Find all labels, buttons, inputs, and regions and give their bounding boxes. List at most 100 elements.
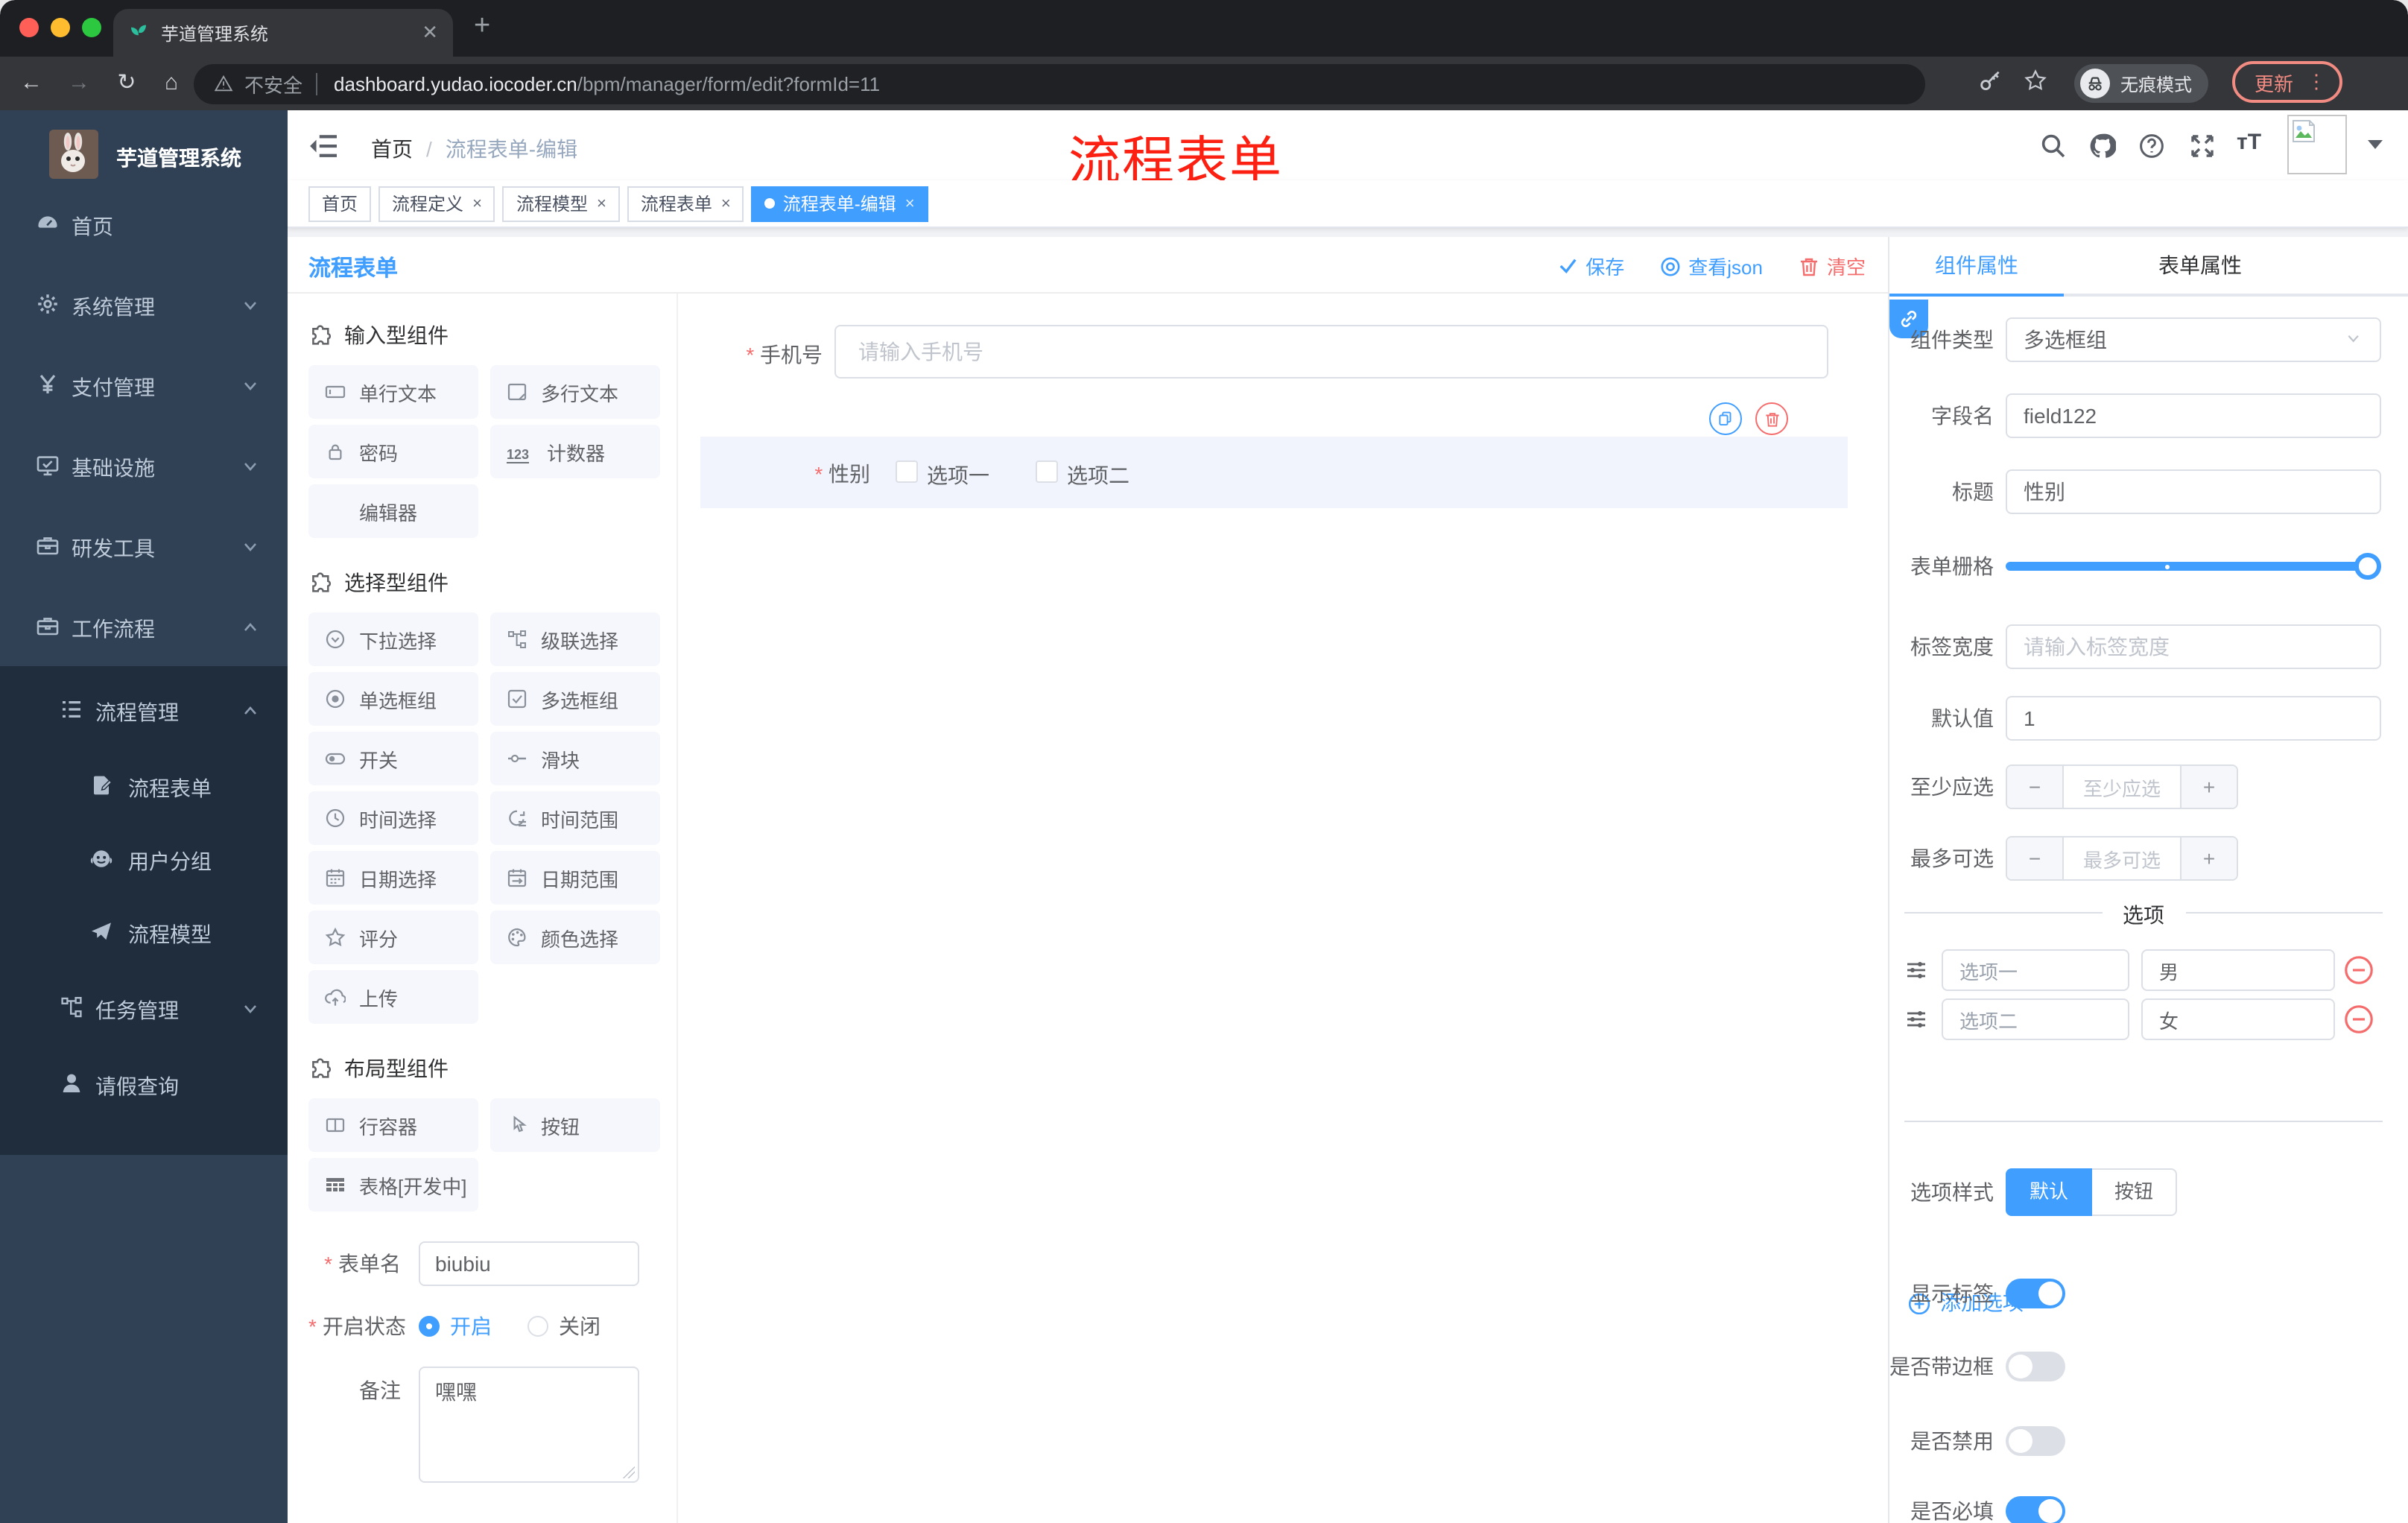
option-name-input[interactable]: 选项一 xyxy=(1942,949,2129,991)
tag-流程定义[interactable]: 流程定义 × xyxy=(378,186,495,221)
traffic-light-minimize[interactable] xyxy=(51,18,70,37)
tab-close-icon[interactable]: ✕ xyxy=(422,21,438,45)
component-type-select[interactable]: 多选框组 xyxy=(2006,317,2381,362)
copy-component-button[interactable] xyxy=(1709,402,1742,435)
toggle-on[interactable] xyxy=(2006,1279,2065,1308)
title-input[interactable]: 性别 xyxy=(2006,469,2381,514)
sidebar-item-用户分组[interactable]: 用户分组 xyxy=(0,821,288,896)
stepper-minus-button[interactable]: − xyxy=(2007,766,2064,808)
chrome-menu-icon[interactable]: ⋮ xyxy=(2307,70,2326,94)
palette-item-计数器[interactable]: 123 计数器 xyxy=(490,425,660,478)
toggle-on[interactable] xyxy=(2006,1496,2065,1523)
tag-流程模型[interactable]: 流程模型 × xyxy=(502,186,620,221)
drag-handle-icon[interactable] xyxy=(1906,960,1927,981)
tag-close-icon[interactable]: × xyxy=(721,194,731,212)
palette-item-颜色选择[interactable]: 颜色选择 xyxy=(490,911,660,964)
palette-item-表格[开发中][interactable]: 表格[开发中] xyxy=(308,1158,478,1212)
tag-流程表单[interactable]: 流程表单 × xyxy=(627,186,744,221)
sidebar-item-流程表单[interactable]: 流程表单 xyxy=(0,748,288,823)
bookmark-star-icon[interactable] xyxy=(2024,69,2047,92)
sidebar-item-研发工具[interactable]: 研发工具 xyxy=(0,508,288,583)
palette-item-编辑器[interactable]: 编辑器 xyxy=(308,484,478,538)
chrome-update-button[interactable]: 更新 ⋮ xyxy=(2232,61,2343,103)
sidebar-item-首页[interactable]: 首页 xyxy=(0,186,288,261)
tab-component-props[interactable]: 组件属性 xyxy=(1889,237,2064,294)
address-bar[interactable]: 不安全 dashboard.yudao.iocoder.cn/bpm/manag… xyxy=(194,64,1925,104)
remove-option-icon[interactable] xyxy=(2344,955,2374,985)
sidebar-item-请假查询[interactable]: 请假查询 xyxy=(0,1046,288,1121)
delete-component-button[interactable] xyxy=(1755,402,1788,435)
palette-item-单选框组[interactable]: 单选框组 xyxy=(308,672,478,726)
min-checked-input[interactable]: 至少应选 xyxy=(2064,766,2180,808)
sidebar-item-系统管理[interactable]: 系统管理 xyxy=(0,267,288,341)
palette-item-多行文本[interactable]: 多行文本 xyxy=(490,365,660,419)
stepper-plus-button[interactable]: + xyxy=(2180,766,2237,808)
tag-流程表单-编辑[interactable]: 流程表单-编辑 × xyxy=(751,186,928,221)
checkbox-option-1[interactable] xyxy=(896,460,918,483)
home-icon[interactable]: ⌂ xyxy=(158,70,185,97)
toggle-off[interactable] xyxy=(2006,1352,2065,1381)
palette-item-日期范围[interactable]: 日期范围 xyxy=(490,851,660,905)
field-name-input[interactable]: field122 xyxy=(2006,393,2381,438)
palette-item-级联选择[interactable]: 级联选择 xyxy=(490,612,660,666)
form-name-input[interactable]: biubiu xyxy=(419,1241,639,1286)
palette-item-日期选择[interactable]: 日期选择 xyxy=(308,851,478,905)
palette-item-开关[interactable]: 开关 xyxy=(308,732,478,785)
palette-item-单行文本[interactable]: 单行文本 xyxy=(308,365,478,419)
stepper-plus-button[interactable]: + xyxy=(2180,838,2237,879)
view-json-button[interactable]: 查看json xyxy=(1660,252,1763,280)
palette-item-滑块[interactable]: 滑块 xyxy=(490,732,660,785)
selected-component-gender[interactable]: * 性别 选项一 选项二 xyxy=(700,437,1848,508)
tag-close-icon[interactable]: × xyxy=(472,194,482,212)
status-radio-on[interactable]: 开启 xyxy=(419,1311,492,1341)
avatar-caret-icon[interactable] xyxy=(2368,140,2383,156)
sidebar-item-支付管理[interactable]: 支付管理 xyxy=(0,347,288,422)
palette-item-上传[interactable]: 上传 xyxy=(308,970,478,1024)
new-tab-button[interactable]: + xyxy=(474,12,490,40)
remove-option-icon[interactable] xyxy=(2344,1004,2374,1034)
sidebar-item-工作流程[interactable]: 工作流程 xyxy=(0,589,288,663)
browser-tab[interactable]: 芋道管理系统 ✕ xyxy=(113,9,453,57)
fullscreen-icon[interactable] xyxy=(2189,133,2216,159)
tag-close-icon[interactable]: × xyxy=(905,194,915,212)
option-name-input[interactable]: 选项二 xyxy=(1942,998,2129,1040)
status-radio-off[interactable]: 关闭 xyxy=(527,1311,601,1341)
github-icon[interactable] xyxy=(2089,133,2116,159)
font-size-icon[interactable]: ᴛT xyxy=(2237,130,2263,156)
stepper-minus-button[interactable]: − xyxy=(2007,838,2064,879)
traffic-light-close[interactable] xyxy=(19,18,39,37)
breadcrumb-home[interactable]: 首页 xyxy=(371,137,413,161)
forward-icon[interactable]: → xyxy=(66,70,92,97)
sidebar-item-流程模型[interactable]: 流程模型 xyxy=(0,894,288,969)
back-icon[interactable]: ← xyxy=(18,70,45,97)
option-value-input[interactable]: 男 xyxy=(2141,949,2335,991)
palette-item-行容器[interactable]: 行容器 xyxy=(308,1098,478,1152)
sidebar-logo-row[interactable]: 芋道管理系统 xyxy=(0,122,288,189)
palette-item-时间选择[interactable]: 时间选择 xyxy=(308,791,478,845)
default-value-input[interactable]: 1 xyxy=(2006,696,2381,741)
option-style-按钮[interactable]: 按钮 xyxy=(2092,1168,2178,1216)
tag-首页[interactable]: 首页 xyxy=(308,186,372,221)
traffic-light-zoom[interactable] xyxy=(82,18,101,37)
grid-slider[interactable] xyxy=(2006,553,2381,580)
sidebar-item-任务管理[interactable]: 任务管理 xyxy=(0,970,288,1045)
key-icon[interactable] xyxy=(1979,69,2001,91)
save-button[interactable]: 保存 xyxy=(1559,252,1624,280)
palette-item-密码[interactable]: 密码 xyxy=(308,425,478,478)
slider-handle[interactable] xyxy=(2354,553,2381,580)
avatar[interactable] xyxy=(2287,115,2347,174)
search-icon[interactable] xyxy=(2040,133,2067,159)
toggle-off[interactable] xyxy=(2006,1426,2065,1456)
reload-icon[interactable]: ↻ xyxy=(113,70,140,97)
palette-item-时间范围[interactable]: 时间范围 xyxy=(490,791,660,845)
checkbox-option-2[interactable] xyxy=(1036,460,1058,483)
form-remark-textarea[interactable]: 嘿嘿 xyxy=(419,1367,639,1483)
option-style-默认[interactable]: 默认 xyxy=(2006,1168,2093,1216)
drag-handle-icon[interactable] xyxy=(1906,1009,1927,1030)
palette-item-按钮[interactable]: 按钮 xyxy=(490,1098,660,1152)
option-value-input[interactable]: 女 xyxy=(2141,998,2335,1040)
max-checked-input[interactable]: 最多可选 xyxy=(2064,838,2180,879)
palette-item-多选框组[interactable]: 多选框组 xyxy=(490,672,660,726)
palette-item-下拉选择[interactable]: 下拉选择 xyxy=(308,612,478,666)
label-width-input[interactable]: 请输入标签宽度 xyxy=(2006,624,2381,669)
